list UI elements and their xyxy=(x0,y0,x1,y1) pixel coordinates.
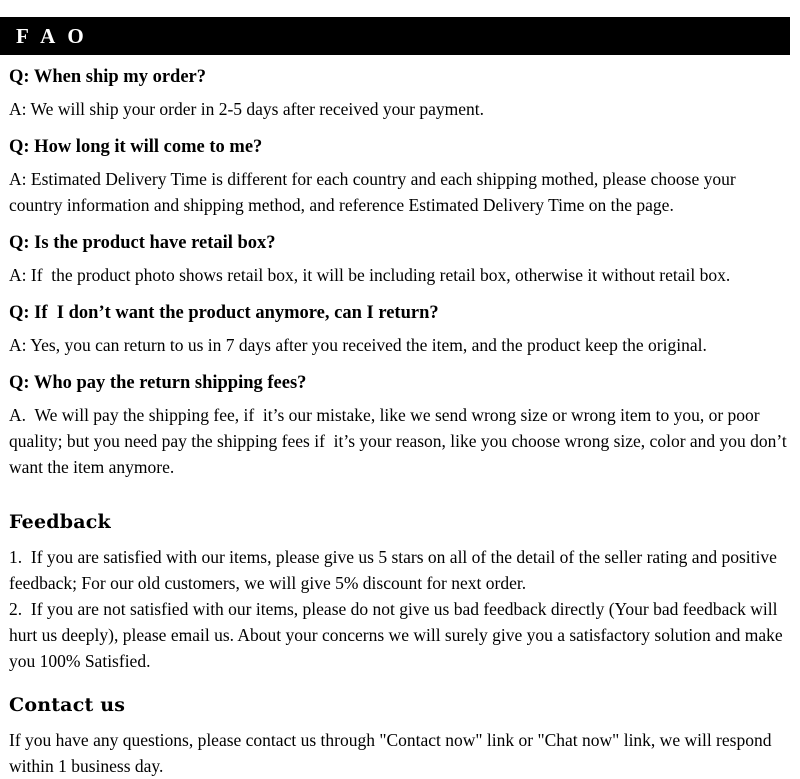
contact-heading: Contact us xyxy=(9,694,126,716)
faq-answer: A: We will ship your order in 2-5 days a… xyxy=(9,99,485,119)
contact-body: If you have any questions, please contac… xyxy=(9,730,776,776)
faq-answer: A: Yes, you can return to us in 7 days a… xyxy=(9,335,707,355)
faq-question: Q: Is the product have retail box? xyxy=(9,233,276,253)
faq-answer: A: Estimated Delivery Time is different … xyxy=(9,169,741,215)
feedback-section: Feedback 1. If you are satisfied with ou… xyxy=(9,510,792,674)
faq-answer: A: If the product photo shows retail box… xyxy=(9,265,731,285)
faq-item: Q: Is the product have retail box? A: If… xyxy=(9,232,792,288)
faq-question: Q: When ship my order? xyxy=(9,67,207,87)
feedback-heading: Feedback xyxy=(9,511,111,533)
faq-content: Q: When ship my order? A: We will ship y… xyxy=(9,66,792,779)
faq-page: F A O Q: When ship my order? A: We will … xyxy=(0,0,800,776)
faq-question: Q: How long it will come to me? xyxy=(9,137,263,157)
feedback-item: 2. If you are not satisfied with our ite… xyxy=(9,599,788,671)
feedback-item: 1. If you are satisfied with our items, … xyxy=(9,547,782,593)
faq-question: Q: If I don’t want the product anymore, … xyxy=(9,303,439,323)
faq-item: Q: If I don’t want the product anymore, … xyxy=(9,302,792,358)
faq-answer: A. We will pay the shipping fee, if it’s… xyxy=(9,405,792,477)
faq-item: Q: Who pay the return shipping fees? A. … xyxy=(9,372,792,480)
contact-section: Contact us If you have any questions, pl… xyxy=(9,693,792,779)
faq-banner-title: F A O xyxy=(16,24,88,48)
faq-item: Q: When ship my order? A: We will ship y… xyxy=(9,66,792,122)
faq-banner: F A O xyxy=(0,17,790,55)
faq-item: Q: How long it will come to me? A: Estim… xyxy=(9,136,792,218)
faq-question: Q: Who pay the return shipping fees? xyxy=(9,373,307,393)
